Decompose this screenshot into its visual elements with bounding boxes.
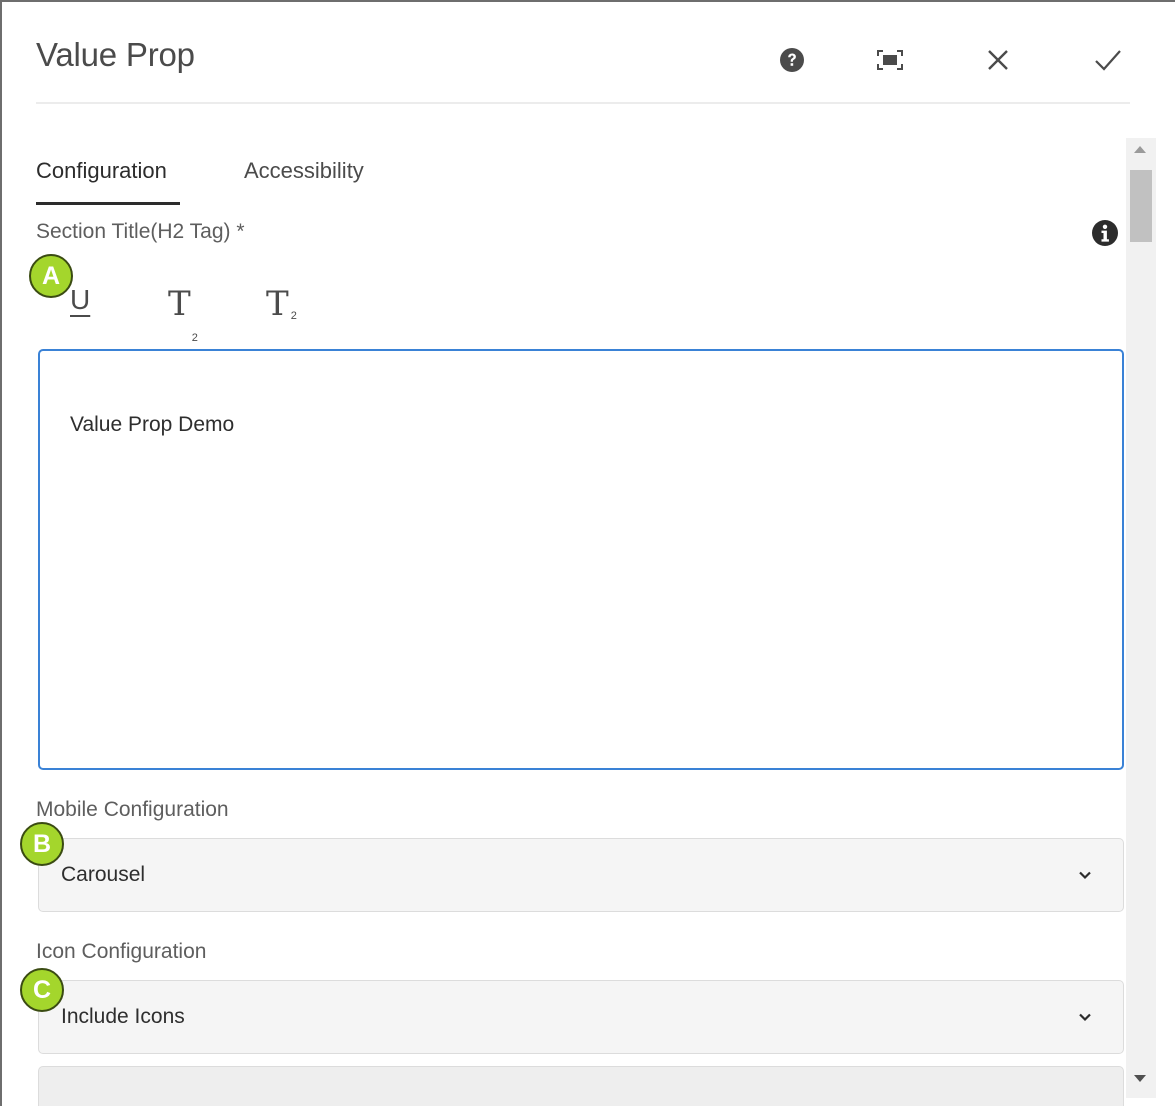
close-icon bbox=[988, 50, 1008, 70]
icon-configuration-select[interactable]: Include Icons bbox=[38, 980, 1124, 1054]
scrollbar-thumb[interactable] bbox=[1130, 170, 1152, 242]
help-button[interactable] bbox=[770, 38, 814, 82]
scroll-down-arrow-icon[interactable] bbox=[1134, 1075, 1146, 1082]
chevron-down-icon bbox=[1079, 1013, 1091, 1022]
superscript-button[interactable]: T2 bbox=[266, 284, 297, 328]
vertical-scrollbar[interactable] bbox=[1126, 138, 1156, 1098]
info-button[interactable] bbox=[1090, 218, 1120, 248]
done-button[interactable] bbox=[1086, 38, 1130, 82]
tab-accessibility[interactable]: Accessibility bbox=[244, 158, 364, 184]
section-title-editor[interactable]: Value Prop Demo bbox=[38, 349, 1124, 770]
dialog-header: Value Prop bbox=[2, 2, 1175, 104]
next-field-partial[interactable] bbox=[38, 1066, 1124, 1106]
section-title-value: Value Prop Demo bbox=[70, 413, 235, 436]
subscript-button[interactable]: T2 bbox=[168, 284, 198, 344]
checkmark-icon bbox=[1095, 50, 1121, 71]
mobile-configuration-value: Carousel bbox=[61, 863, 146, 886]
callout-marker-a: A bbox=[29, 254, 73, 298]
icon-configuration-value: Include Icons bbox=[61, 1005, 185, 1028]
mobile-configuration-label: Mobile Configuration bbox=[36, 798, 229, 821]
header-divider bbox=[36, 102, 1130, 104]
close-button[interactable] bbox=[976, 38, 1020, 82]
subscript-icon: T2 bbox=[168, 284, 198, 344]
dialog-title: Value Prop bbox=[36, 36, 195, 73]
callout-marker-b: B bbox=[20, 822, 64, 866]
info-icon bbox=[1092, 220, 1118, 246]
dialog: Value Prop Configuration Accessibility S… bbox=[0, 0, 1175, 1106]
scroll-up-arrow-icon[interactable] bbox=[1134, 146, 1146, 153]
mobile-configuration-select[interactable]: Carousel bbox=[38, 838, 1124, 912]
help-circle-icon bbox=[780, 48, 804, 72]
fullscreen-icon bbox=[877, 50, 903, 70]
underline-button[interactable]: U bbox=[70, 284, 90, 328]
fullscreen-button[interactable] bbox=[868, 38, 912, 82]
underline-icon: U bbox=[70, 284, 91, 315]
callout-marker-c: C bbox=[20, 968, 64, 1012]
chevron-down-icon bbox=[1079, 871, 1091, 880]
section-title-label: Section Title(H2 Tag) * bbox=[36, 220, 245, 243]
icon-configuration-label: Icon Configuration bbox=[36, 940, 207, 963]
tab-configuration[interactable]: Configuration bbox=[36, 158, 167, 184]
active-tab-indicator bbox=[36, 202, 180, 205]
superscript-icon: T2 bbox=[266, 284, 297, 324]
